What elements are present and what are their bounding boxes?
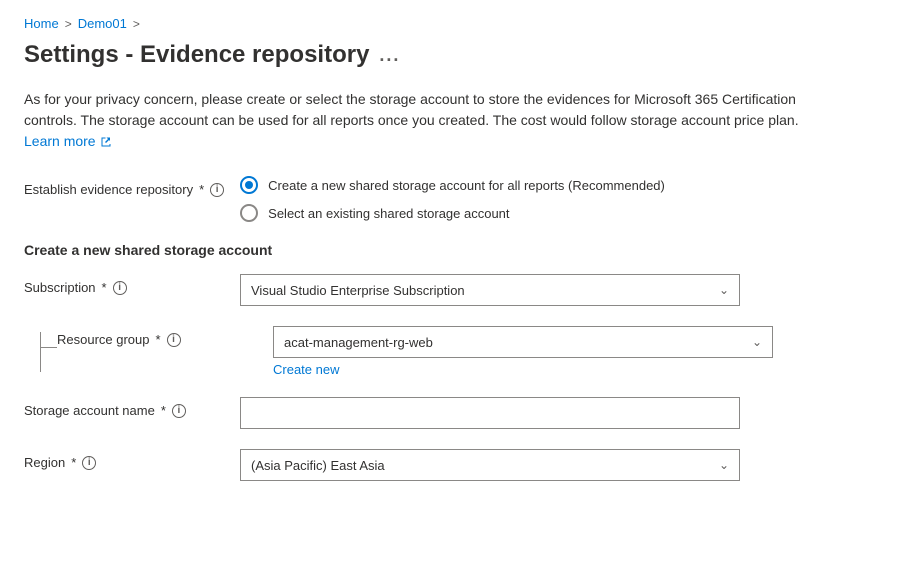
establish-repo-options: Create a new shared storage account for … bbox=[240, 176, 876, 222]
create-new-link[interactable]: Create new bbox=[273, 362, 773, 377]
establish-repo-required: * bbox=[199, 182, 204, 197]
option-create-new-label: Create a new shared storage account for … bbox=[268, 178, 665, 193]
establish-repo-label: Establish evidence repository * i bbox=[24, 176, 224, 197]
establish-repo-label-text: Establish evidence repository bbox=[24, 182, 193, 197]
subscription-control: Visual Studio Enterprise Subscription ⌄ bbox=[240, 274, 740, 306]
region-label: Region * i bbox=[24, 449, 224, 470]
resource-group-row: Resource group * i acat-management-rg-we… bbox=[57, 326, 773, 377]
resource-group-value: acat-management-rg-web bbox=[284, 335, 433, 350]
region-dropdown[interactable]: (Asia Pacific) East Asia ⌄ bbox=[240, 449, 740, 481]
resource-group-required: * bbox=[156, 332, 161, 347]
description-text: As for your privacy concern, please crea… bbox=[24, 91, 799, 128]
page-title-menu[interactable]: ... bbox=[379, 45, 400, 66]
storage-account-info-icon[interactable]: i bbox=[172, 404, 186, 418]
region-row: Region * i (Asia Pacific) East Asia ⌄ bbox=[24, 449, 876, 481]
subscription-row: Subscription * i Visual Studio Enterpris… bbox=[24, 274, 876, 306]
storage-account-input[interactable] bbox=[240, 397, 740, 429]
radio-existing[interactable] bbox=[240, 204, 258, 222]
region-required: * bbox=[71, 455, 76, 470]
subscription-value: Visual Studio Enterprise Subscription bbox=[251, 283, 465, 298]
breadcrumb-demo[interactable]: Demo01 bbox=[78, 16, 127, 31]
region-info-icon[interactable]: i bbox=[82, 456, 96, 470]
resource-group-dropdown[interactable]: acat-management-rg-web ⌄ bbox=[273, 326, 773, 358]
tree-line bbox=[40, 326, 57, 372]
storage-account-label-text: Storage account name bbox=[24, 403, 155, 418]
resource-group-label: Resource group * i bbox=[57, 326, 257, 347]
option-existing-label: Select an existing shared storage accoun… bbox=[268, 206, 509, 221]
subscription-label: Subscription * i bbox=[24, 274, 224, 295]
resource-group-info-icon[interactable]: i bbox=[167, 333, 181, 347]
breadcrumb: Home > Demo01 > bbox=[24, 16, 876, 31]
learn-more-link[interactable]: Learn more bbox=[24, 131, 112, 152]
subscription-required: * bbox=[102, 280, 107, 295]
subscription-dropdown[interactable]: Visual Studio Enterprise Subscription ⌄ bbox=[240, 274, 740, 306]
external-link-icon bbox=[100, 136, 112, 148]
region-dropdown-arrow: ⌄ bbox=[719, 458, 729, 472]
resource-group-dropdown-arrow: ⌄ bbox=[752, 335, 762, 349]
page-title-row: Settings - Evidence repository ... bbox=[24, 41, 876, 69]
radio-create-new[interactable] bbox=[240, 176, 258, 194]
region-value: (Asia Pacific) East Asia bbox=[251, 458, 385, 473]
subscription-dropdown-arrow: ⌄ bbox=[719, 283, 729, 297]
resource-group-wrapper: Resource group * i acat-management-rg-we… bbox=[40, 326, 876, 377]
option-create-new[interactable]: Create a new shared storage account for … bbox=[240, 176, 876, 194]
storage-account-label: Storage account name * i bbox=[24, 397, 224, 418]
breadcrumb-sep2: > bbox=[133, 17, 140, 31]
description-block: As for your privacy concern, please crea… bbox=[24, 89, 844, 152]
breadcrumb-sep1: > bbox=[65, 17, 72, 31]
resource-group-label-text: Resource group bbox=[57, 332, 150, 347]
establish-repo-row: Establish evidence repository * i Create… bbox=[24, 176, 876, 222]
learn-more-label: Learn more bbox=[24, 131, 96, 152]
page-title: Settings - Evidence repository bbox=[24, 41, 369, 69]
storage-account-row: Storage account name * i bbox=[24, 397, 876, 429]
subscription-label-text: Subscription bbox=[24, 280, 96, 295]
breadcrumb-home[interactable]: Home bbox=[24, 16, 59, 31]
region-label-text: Region bbox=[24, 455, 65, 470]
resource-group-control: acat-management-rg-web ⌄ Create new bbox=[273, 326, 773, 377]
storage-account-required: * bbox=[161, 403, 166, 418]
create-section-title: Create a new shared storage account bbox=[24, 242, 876, 258]
option-existing[interactable]: Select an existing shared storage accoun… bbox=[240, 204, 876, 222]
form-section: Establish evidence repository * i Create… bbox=[24, 176, 876, 481]
subscription-info-icon[interactable]: i bbox=[113, 281, 127, 295]
establish-repo-info-icon[interactable]: i bbox=[210, 183, 224, 197]
